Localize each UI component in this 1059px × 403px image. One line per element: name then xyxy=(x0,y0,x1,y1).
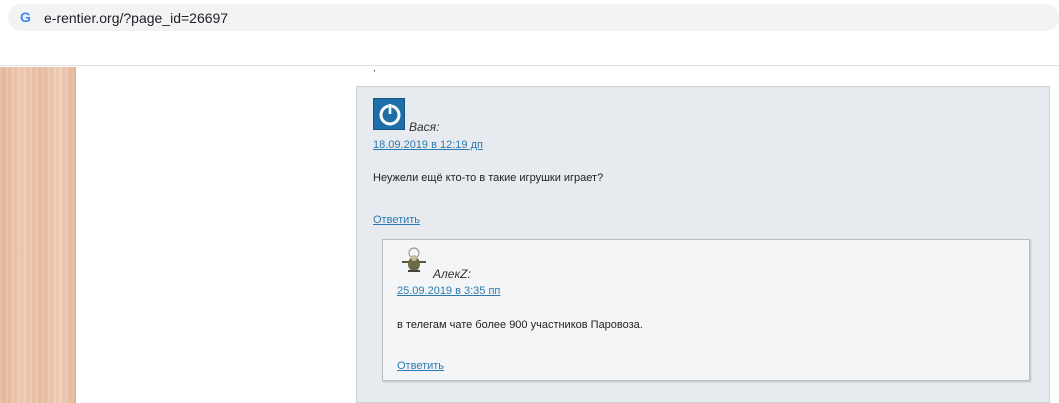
browser-toolbar: G e-rentier.org/?page_id=26697 xyxy=(0,0,1059,66)
comment-date-link[interactable]: 18.09.2019 в 12:19 дп xyxy=(373,139,483,151)
comment-text: в телегам чате более 900 участников Паро… xyxy=(397,319,643,331)
reply-button[interactable]: Ответить xyxy=(373,214,420,226)
comment-author: Вася: xyxy=(409,120,440,134)
address-bar[interactable]: G e-rentier.org/?page_id=26697 xyxy=(8,4,1059,31)
google-g-icon: G xyxy=(20,9,31,25)
comment-author: АлекZ: xyxy=(433,267,471,281)
airplane-avatar-icon xyxy=(397,244,431,278)
comment-date-link[interactable]: 25.09.2019 в 3:35 пп xyxy=(397,285,500,297)
separator-dot: , xyxy=(373,63,376,74)
wood-sidebar-background xyxy=(0,67,76,403)
reply-button[interactable]: Ответить xyxy=(397,360,444,372)
url-text[interactable]: e-rentier.org/?page_id=26697 xyxy=(44,10,228,26)
power-icon xyxy=(373,98,405,130)
nested-comment: АлекZ: 25.09.2019 в 3:35 пп в телегам ча… xyxy=(382,239,1030,381)
comment-text: Неужели ещё кто-то в такие игрушки играе… xyxy=(373,172,604,184)
